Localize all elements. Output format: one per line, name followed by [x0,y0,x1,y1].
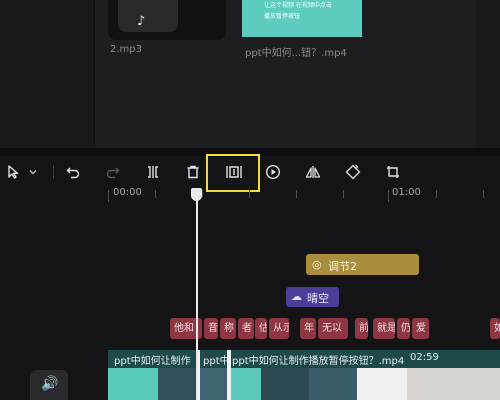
mirror-icon[interactable] [302,160,324,184]
video-frame [158,368,198,400]
audio-file-name: 2.mp3 [110,44,142,55]
ruler-tick [108,190,109,202]
clip-split-marker[interactable] [227,350,231,400]
caption-clip[interactable]: 无以 [318,318,348,339]
adjust-effect-clip[interactable] [306,254,419,275]
caption-clip[interactable]: 爱 [412,318,429,339]
speaker-icon[interactable]: 🔊 [41,376,58,392]
video-frame [261,368,309,400]
cloud-icon: ☁ [291,290,302,303]
caption-clip[interactable]: 从示 [269,318,289,339]
video-frame [357,368,407,400]
ruler-tick [296,190,297,198]
ruler-label-start: 00:00 [113,187,142,198]
ruler-tick [202,190,203,198]
media-sidebar [0,0,95,148]
caption-clip[interactable]: 前 [355,318,368,339]
ruler-label-minute: 01:00 [392,187,421,198]
sky-filter-label: 晴空 [307,292,329,305]
ruler-tick [249,190,250,198]
caption-clip[interactable]: 者 [238,318,254,339]
music-note-icon: ♪ [137,14,146,29]
playhead-line[interactable] [196,198,198,400]
video-frame [108,368,158,400]
caption-clip[interactable]: 就是 [373,318,395,339]
video-thumbnail-text-2: 播放暂停按钮 [264,13,301,20]
redo-icon[interactable] [102,160,124,184]
caption-clip[interactable]: 如 [490,318,500,339]
video-thumbnail-text-1: 让这个视频 在视频中点击 [264,2,332,9]
dropdown-icon[interactable] [25,160,41,184]
ruler-tick [388,190,389,202]
ruler-tick [483,190,484,198]
video-clip-title: ppt中如何让制作播放暂停按钮？.mp4 [232,356,405,367]
adjust-effect-label: 调节2 [328,260,357,273]
rotate-icon[interactable] [342,160,364,184]
select-pointer-icon[interactable] [3,160,25,184]
play-reverse-icon[interactable] [262,160,284,184]
caption-clip[interactable]: 音 [204,318,218,339]
crop-icon[interactable] [382,160,404,184]
playhead-handle[interactable] [191,188,202,201]
video-clip-duration: 02:59 [410,352,439,363]
timeline-ruler[interactable] [0,188,500,202]
ruler-tick [436,190,437,198]
video-frame [231,368,261,400]
toolbar-separator [53,165,54,179]
caption-clip[interactable]: 仍 [397,318,410,339]
freeze-frame-highlight [206,154,260,192]
ruler-tick [343,190,344,198]
video-frame [309,368,357,400]
video-clip-title: ppt中如何让制作 [114,356,191,367]
undo-icon[interactable] [62,160,84,184]
ruler-tick [155,190,156,198]
audio-thumbnail-inner [118,0,178,32]
video-frame [407,368,500,400]
video-file-name: ppt中如何...钮？.mp4 [245,48,347,59]
adjust-icon: ◎ [312,258,322,271]
split-icon[interactable] [142,160,164,184]
video-clip-title: ppt中 [203,356,230,367]
media-scroll-area [476,0,500,148]
caption-clip[interactable]: 称 [220,318,236,339]
delete-icon[interactable] [182,160,204,184]
caption-clip[interactable]: 年 [300,318,316,339]
caption-clip[interactable]: 估 [255,318,267,339]
video-frame [200,368,227,400]
